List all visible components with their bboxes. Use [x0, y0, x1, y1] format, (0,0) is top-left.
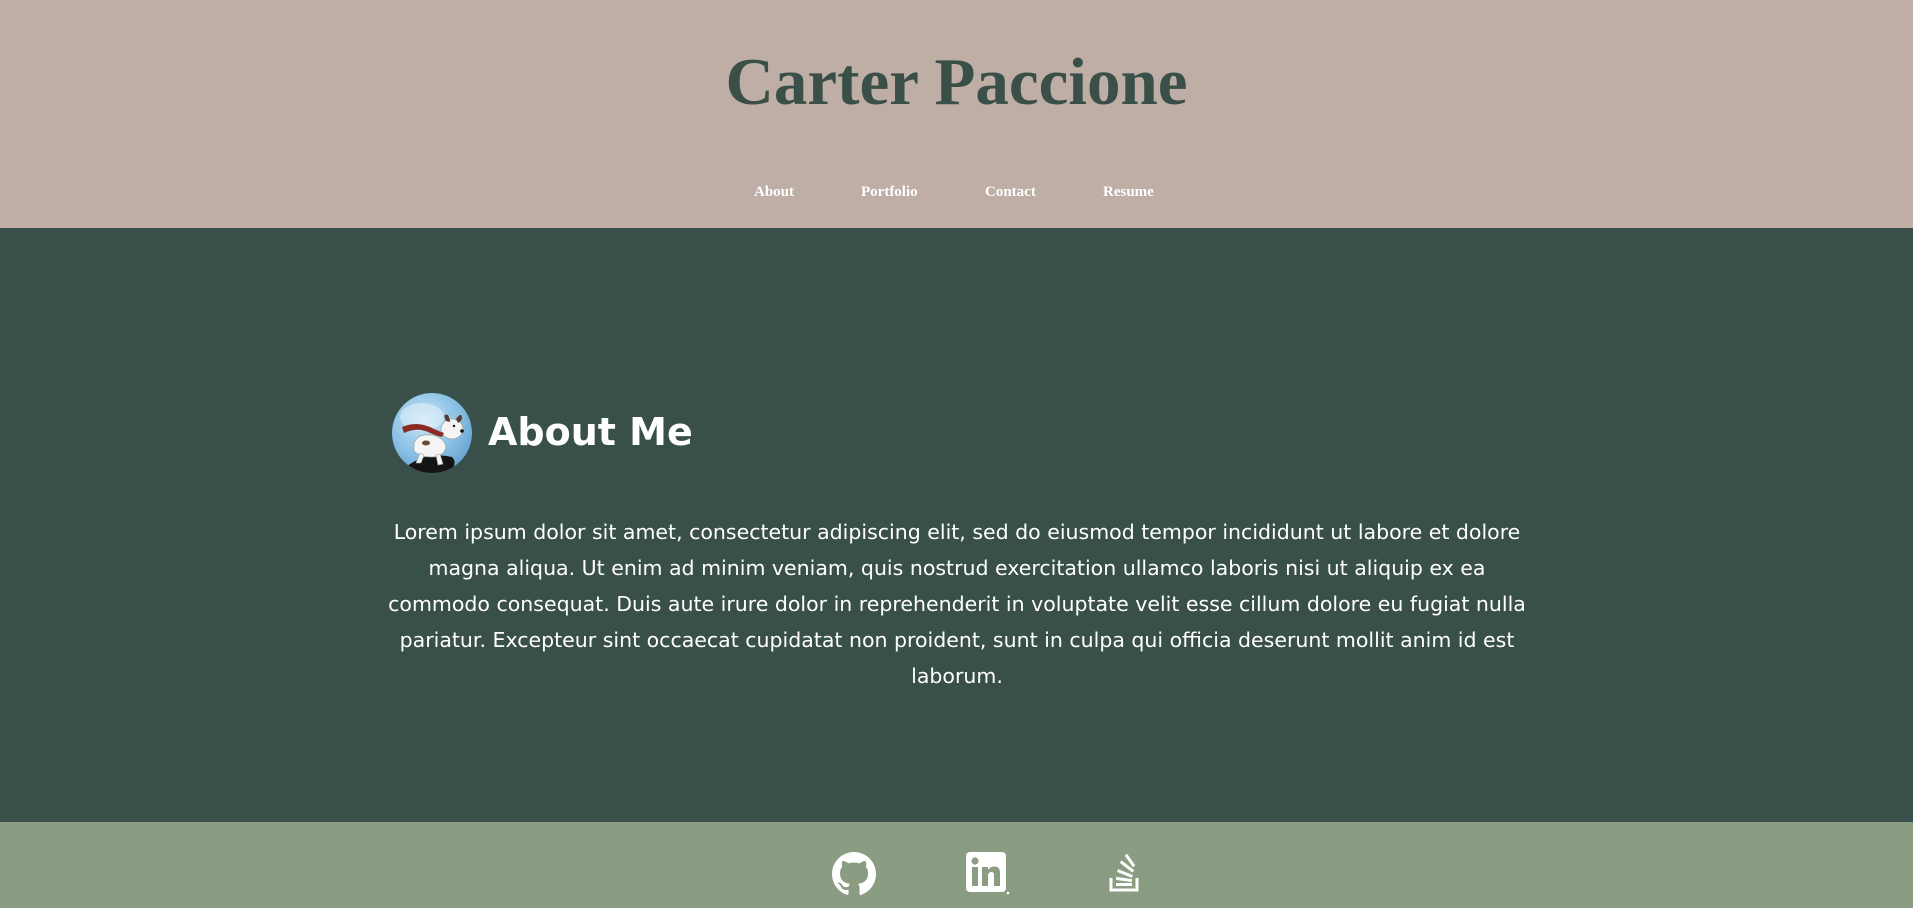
avatar-dog-icon [400, 403, 464, 473]
github-icon[interactable] [832, 852, 876, 896]
site-footer [0, 822, 1913, 908]
nav-link-portfolio[interactable]: Portfolio [861, 180, 918, 204]
linkedin-icon[interactable] [966, 852, 1010, 896]
main-nav: About Portfolio Contact Resume [0, 180, 1913, 204]
site-title: Carter Paccione [725, 45, 1188, 119]
avatar [392, 393, 472, 473]
site-header: Carter Paccione About Portfolio Contact … [0, 0, 1913, 228]
bio-paragraph: Lorem ipsum dolor sit amet, consectetur … [388, 520, 1526, 688]
stackoverflow-icon[interactable] [1103, 852, 1147, 896]
section-heading: About Me [488, 410, 693, 454]
nav-link-contact[interactable]: Contact [985, 180, 1036, 204]
nav-link-about[interactable]: About [754, 180, 794, 204]
nav-link-resume[interactable]: Resume [1103, 180, 1154, 204]
about-section: About Me Lorem ipsum dolor sit amet, con… [0, 228, 1913, 822]
